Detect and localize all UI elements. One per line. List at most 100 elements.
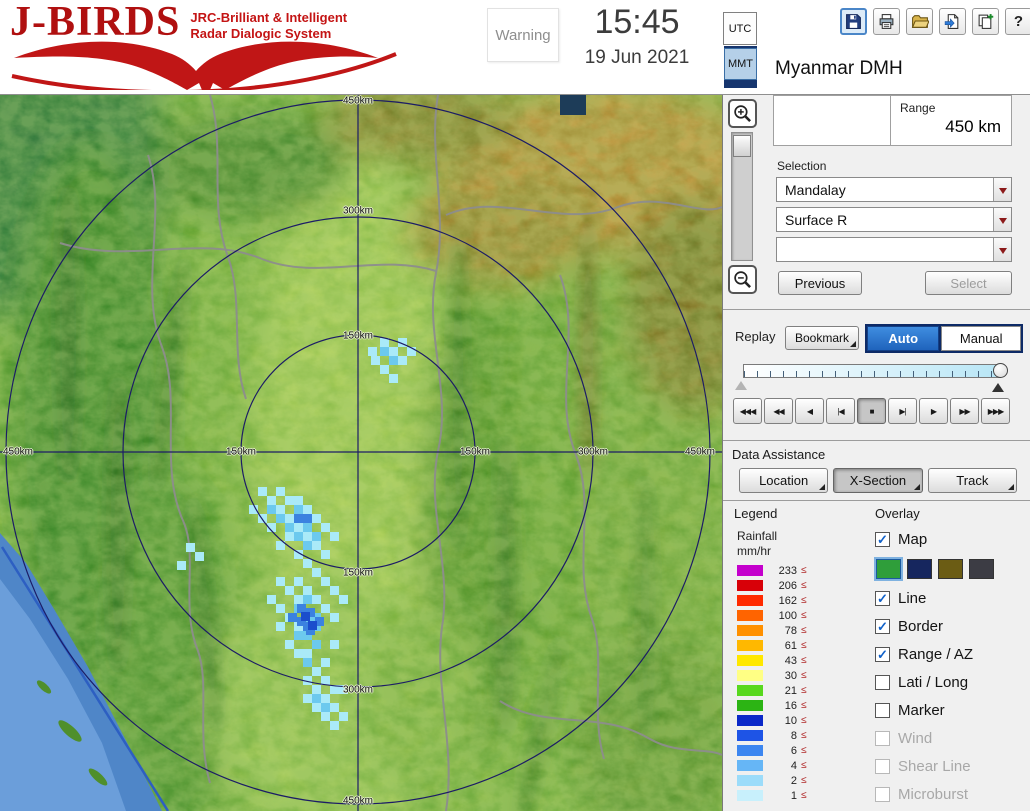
manual-mode-button[interactable]: Manual — [941, 326, 1021, 351]
add-capture-button[interactable] — [972, 8, 999, 35]
help-icon: ? — [1013, 13, 1024, 30]
dropdown-arrow-icon[interactable] — [993, 178, 1011, 201]
legend-row: 4 ≤ — [737, 758, 807, 773]
fast-forward-button[interactable]: ▶▶ — [950, 398, 979, 424]
play-button[interactable]: ▶ — [919, 398, 948, 424]
zoom-in-button[interactable] — [728, 99, 757, 128]
print-button[interactable] — [873, 8, 900, 35]
jump-start-button[interactable]: ◀◀◀ — [733, 398, 762, 424]
selection-dropdown[interactable] — [776, 237, 1012, 262]
overlay-checkbox[interactable]: ✓ — [875, 590, 890, 606]
save-button[interactable] — [840, 8, 867, 35]
selection-dropdown[interactable]: Mandalay — [776, 177, 1012, 202]
save-icon — [846, 14, 861, 29]
overlay-checkbox[interactable]: ✓ — [875, 646, 890, 662]
legend-row: 1 ≤ — [737, 788, 807, 803]
select-button[interactable]: Select — [925, 271, 1012, 295]
station-name: Myanmar DMH — [775, 58, 903, 79]
legend-lte-symbol: ≤ — [801, 640, 807, 651]
overlay-item[interactable]: ✓ Border — [875, 612, 1029, 640]
map-color-olive[interactable] — [938, 558, 963, 579]
overlay-checkbox — [875, 730, 890, 746]
print-icon — [879, 14, 894, 29]
export-button[interactable] — [939, 8, 966, 35]
control-panel: Range 450 km Selection Mandalay Surface … — [722, 95, 1030, 811]
warning-status-box: Warning — [487, 8, 559, 62]
overlay-item-label: Lati / Long — [898, 673, 969, 691]
stop-button[interactable]: ■ — [857, 398, 886, 424]
legend-color-chip — [737, 775, 763, 786]
legend-value: 233 — [778, 564, 797, 577]
overlay-item[interactable]: ✓ Range / AZ — [875, 640, 1029, 668]
range-label: Range — [900, 101, 936, 115]
overlay-item[interactable]: Lati / Long — [875, 668, 1029, 696]
overlay-checkbox[interactable]: ✓ — [875, 618, 890, 634]
location-button[interactable]: Location — [739, 468, 829, 493]
legend-color-chip — [737, 730, 763, 741]
jump-end-button[interactable]: ▶▶▶ — [981, 398, 1010, 424]
overlay-item-label: Microburst — [898, 785, 969, 803]
overlay-item-map[interactable]: ✓ Map — [875, 525, 1029, 553]
timezone-mmt-button[interactable]: MMT — [724, 48, 757, 80]
x-section-button[interactable]: X-Section — [833, 468, 923, 493]
playback-controls: ◀◀◀ ◀◀ ◀ |◀ ■ ▶| ▶ ▶▶ ▶▶▶ — [733, 398, 1010, 424]
map-color-green[interactable] — [874, 556, 903, 581]
checkbox-map[interactable]: ✓ — [875, 531, 890, 547]
map-color-navy[interactable] — [907, 558, 932, 579]
previous-button[interactable]: Previous — [778, 271, 862, 295]
overlay-item[interactable]: Marker — [875, 696, 1029, 724]
add-capture-icon — [978, 14, 994, 29]
separator — [723, 309, 1030, 310]
map-color-dark-gray[interactable] — [969, 558, 994, 579]
legend-row: 233 ≤ — [737, 563, 807, 578]
zoom-out-icon — [734, 271, 751, 288]
track-button[interactable]: Track — [927, 468, 1017, 493]
auto-mode-button[interactable]: Auto — [867, 326, 940, 351]
zoom-out-button[interactable] — [728, 265, 757, 294]
replay-timeline-slider[interactable] — [743, 363, 1008, 378]
range-value: 450 km — [945, 117, 1001, 136]
help-button[interactable]: ? — [1005, 8, 1030, 35]
open-folder-button[interactable] — [906, 8, 933, 35]
timezone-utc-button[interactable]: UTC — [723, 12, 757, 45]
overlay-item-label: Range / AZ — [898, 645, 974, 663]
bookmark-button[interactable]: Bookmark — [785, 326, 859, 350]
zoom-slider-thumb[interactable] — [733, 135, 751, 157]
range-divider — [890, 96, 891, 145]
radar-map-view[interactable]: 450km 300km 150km 150km 300km 450km 450km 150km… — [0, 95, 722, 811]
legend-value: 30 — [784, 669, 797, 682]
step-forward-button[interactable]: ▶| — [888, 398, 917, 424]
legend-row: 8 ≤ — [737, 728, 807, 743]
legend-color-chip — [737, 625, 763, 636]
overlay-options: ✓ Map ✓ Line ✓ Border ✓ Range / AZ Lati … — [874, 525, 1029, 808]
overlay-item[interactable]: ✓ Line — [875, 584, 1029, 612]
export-icon — [944, 14, 959, 29]
zoom-slider[interactable] — [731, 132, 753, 261]
clock-time: 15:45 — [594, 3, 680, 41]
step-back-button[interactable]: |◀ — [826, 398, 855, 424]
legend-color-chip — [737, 790, 763, 801]
dropdown-arrow-icon[interactable] — [993, 208, 1011, 231]
overlay-checkbox[interactable] — [875, 702, 890, 718]
selection-dropdown[interactable]: Surface R — [776, 207, 1012, 232]
legend-color-chip — [737, 715, 763, 726]
separator — [723, 500, 1030, 501]
legend-lte-symbol: ≤ — [801, 790, 807, 801]
timeline-handle[interactable] — [993, 363, 1008, 378]
legend-color-chip — [737, 685, 763, 696]
replay-label: Replay — [735, 329, 776, 344]
overlay-checkbox[interactable] — [875, 674, 890, 690]
range-readout: Range 450 km — [773, 95, 1012, 146]
dropdown-value: Surface R — [785, 211, 848, 228]
legend-row: 30 ≤ — [737, 668, 807, 683]
dropdown-arrow-icon[interactable] — [993, 238, 1011, 261]
legend-lte-symbol: ≤ — [801, 775, 807, 786]
clock-date: 19 Jun 2021 — [584, 47, 690, 68]
legend-label: Legend — [734, 506, 778, 521]
separator — [723, 440, 1030, 441]
fast-rewind-button[interactable]: ◀◀ — [764, 398, 793, 424]
timeline-position-marker-icon — [992, 383, 1004, 392]
legend-lte-symbol: ≤ — [801, 730, 807, 741]
play-reverse-button[interactable]: ◀ — [795, 398, 824, 424]
overlay-item: Microburst — [875, 780, 1029, 808]
